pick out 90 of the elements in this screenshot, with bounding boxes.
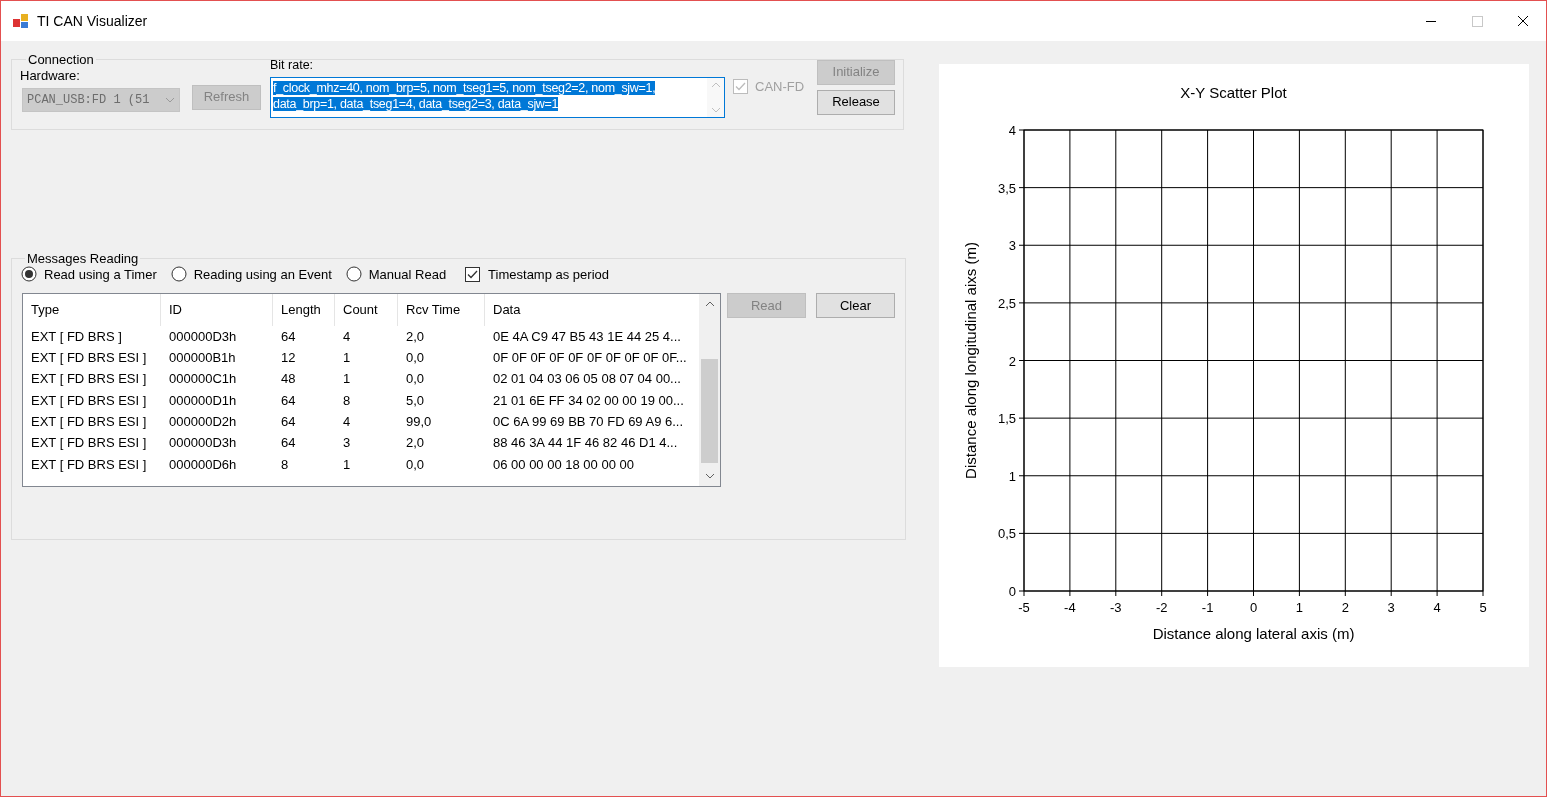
y-tick-label: 3,5 [997, 180, 1016, 196]
caret-icon [165, 97, 175, 103]
scroll-down-icon[interactable] [704, 473, 715, 479]
table-cell: 2,0 [406, 435, 425, 451]
table-cell: 8 [343, 392, 351, 408]
app-icon [13, 13, 29, 29]
table-cell: 000000D1h [169, 392, 237, 408]
table-cell: 64 [281, 328, 296, 344]
group-label: Messages Reading [26, 250, 140, 268]
table-cell: 1 [343, 350, 351, 366]
table-cell: 000000D3h [169, 435, 237, 451]
x-tick-label: -2 [1155, 600, 1168, 615]
table-cell: 0E 4A C9 47 B5 43 1E 44 25 4... [493, 328, 681, 344]
y-tick-label: 2,5 [997, 295, 1016, 311]
field-label: Bit rate: [270, 56, 315, 74]
y-tick-label: 0,5 [997, 526, 1016, 542]
group-label: Connection [27, 51, 95, 69]
table-cell: 12 [281, 350, 296, 366]
radio-icon[interactable] [170, 266, 187, 283]
y-tick-label: 2 [1008, 353, 1016, 369]
table-cell: EXT [ FD BRS ] [31, 328, 122, 344]
table-cell: 5,0 [406, 392, 425, 408]
table-cell: 3 [343, 435, 351, 451]
table-cell: EXT [ FD BRS ESI ] [31, 435, 147, 451]
table-cell: 48 [281, 371, 296, 387]
column-header[interactable]: Type [23, 294, 161, 326]
table-cell: 4 [343, 414, 351, 430]
x-tick-label: 1 [1295, 600, 1303, 615]
push-button[interactable]: Release [817, 89, 895, 115]
window-title: TI CAN Visualizer [37, 11, 148, 31]
table-cell: 64 [281, 414, 296, 430]
table-cell: EXT [ FD BRS ESI ] [31, 371, 147, 387]
table-cell: 64 [281, 435, 296, 451]
y-tick-label: 4 [1008, 123, 1016, 138]
x-tick-label: -3 [1110, 600, 1122, 615]
table-cell: 0,0 [406, 371, 425, 387]
x-tick-label: 5 [1479, 600, 1487, 615]
table-cell: 02 01 04 03 06 05 08 07 04 00... [493, 371, 681, 387]
radio-option[interactable]: Manual Read [345, 264, 447, 284]
table-cell: 0,0 [406, 456, 425, 472]
column-header[interactable]: ID [161, 294, 273, 326]
table-cell: EXT [ FD BRS ESI ] [31, 392, 147, 408]
table-cell: 88 46 3A 44 1F 46 82 46 D1 4... [493, 435, 678, 451]
scroll-up-icon[interactable] [704, 301, 715, 307]
table-cell: 2,0 [406, 328, 425, 344]
y-tick-label: 0 [1008, 584, 1016, 599]
x-tick-label: -5 [1018, 600, 1030, 615]
column-header[interactable]: Rcv Time [398, 294, 485, 326]
table-cell: 21 01 6E FF 34 02 00 00 19 00... [493, 392, 684, 408]
chart-title: X-Y Scatter Plot [1180, 84, 1287, 101]
table-cell: 0F 0F 0F 0F 0F 0F 0F 0F 0F 0F... [493, 350, 687, 366]
table-cell: 0,0 [406, 350, 425, 366]
table-cell: EXT [ FD BRS ESI ] [31, 414, 147, 430]
table-cell: 000000D2h [169, 414, 237, 430]
push-button[interactable]: Clear [816, 293, 895, 318]
x-tick-label: 3 [1387, 600, 1395, 615]
table-cell: 99,0 [406, 414, 432, 430]
table-cell: 000000D3h [169, 328, 237, 344]
table-cell: 4 [343, 328, 351, 344]
y-tick-label: 1 [1008, 468, 1016, 484]
radio-icon[interactable] [21, 266, 37, 283]
column-header[interactable]: Count [335, 294, 398, 326]
field-label: Hardware: [20, 66, 81, 85]
x-tick-label: 2 [1341, 600, 1349, 615]
radio-icon[interactable] [345, 266, 362, 283]
x-tick-label: 0 [1249, 600, 1258, 615]
y-axis-title: Distance along longitudinal aixs (m) [962, 242, 979, 479]
checkbox-icon[interactable] [465, 266, 481, 282]
column-header[interactable]: Data [485, 294, 698, 326]
column-header[interactable]: Length [273, 294, 335, 326]
table-cell: 1 [343, 456, 351, 472]
x-tick-label: -4 [1064, 600, 1076, 615]
x-tick-label: -1 [1201, 600, 1214, 615]
table-cell: 1 [343, 371, 351, 387]
x-tick-label: 4 [1433, 600, 1441, 615]
scrollbar[interactable] [699, 294, 720, 486]
table-cell: EXT [ FD BRS ESI ] [31, 456, 147, 472]
table-cell: 8 [281, 456, 289, 472]
y-tick-label: 3 [1008, 238, 1016, 254]
table-cell: 0C 6A 99 69 BB 70 FD 69 A9 6... [493, 414, 684, 430]
table-cell: 000000B1h [169, 350, 236, 366]
y-tick-label: 1,5 [997, 411, 1016, 427]
table-cell: 64 [281, 392, 296, 408]
table-cell: 06 00 00 00 18 00 00 00 [493, 456, 634, 472]
table-cell: 000000D6h [169, 456, 237, 472]
timestamp-checkbox[interactable]: Timestamp as period [465, 264, 609, 284]
table-cell: EXT [ FD BRS ESI ] [31, 350, 147, 366]
x-axis-title: Distance along lateral axis (m) [1152, 625, 1355, 642]
radio-option[interactable]: Reading using an Event [170, 264, 332, 284]
table-cell: 000000C1h [169, 371, 237, 387]
